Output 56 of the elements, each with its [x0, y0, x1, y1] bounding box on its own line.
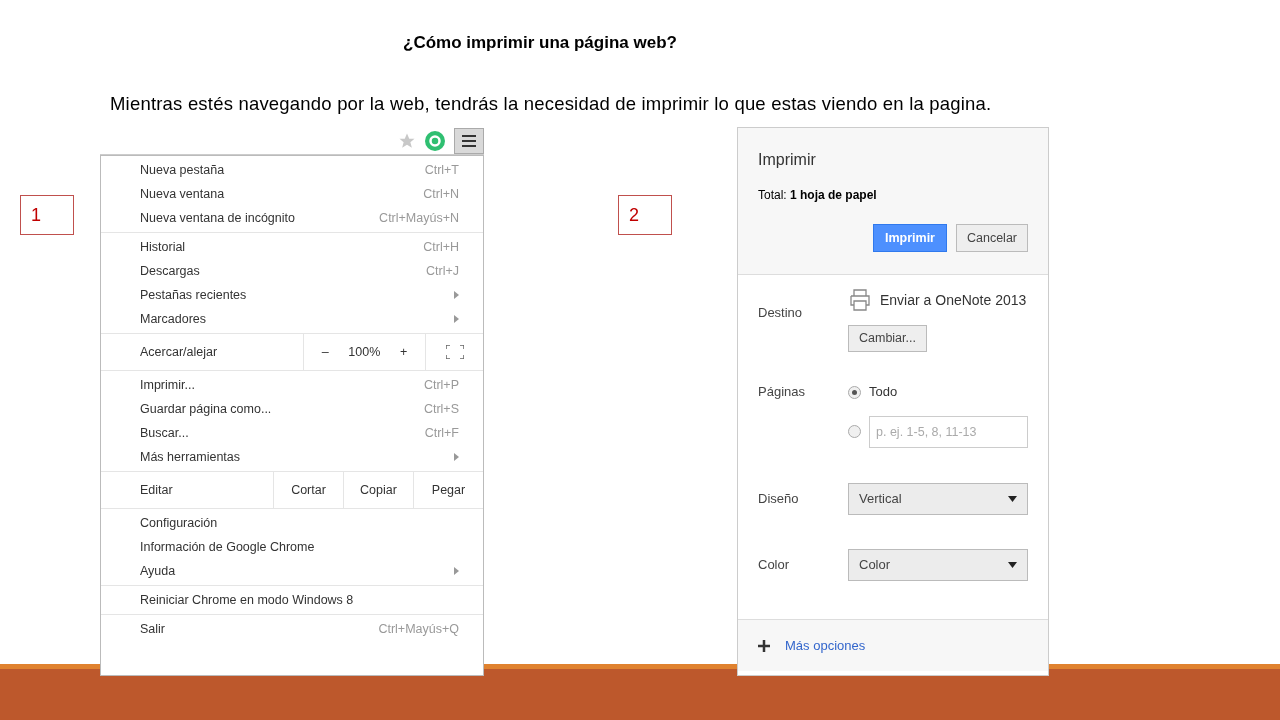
submenu-arrow-icon: [454, 291, 459, 300]
edit-action-button[interactable]: Copiar: [343, 472, 413, 509]
page-range-input[interactable]: p. ej. 1-5, 8, 11-13: [869, 415, 1028, 448]
menu-item[interactable]: Nueva pestaña Ctrl+T: [101, 158, 483, 183]
caret-icon: [1008, 561, 1017, 568]
menu-item[interactable]: Configuración: [101, 511, 483, 536]
more-options-link[interactable]: Más opciones: [785, 636, 866, 656]
dropdown-select[interactable]: Vertical: [848, 482, 1028, 515]
total-pages-text: Total: 1 hoja de papel: [758, 187, 878, 205]
menu-icon: [462, 134, 476, 147]
menu-item[interactable]: Descargas Ctrl+J: [101, 259, 483, 284]
zoom-level: 100%: [348, 343, 381, 361]
change-button[interactable]: Cambiar...: [848, 325, 927, 353]
menu-item[interactable]: Nueva ventana Ctrl+N: [101, 182, 483, 207]
menu-item[interactable]: Buscar... Ctrl+F: [101, 421, 483, 446]
edit-action-button[interactable]: Cortar: [273, 472, 343, 509]
slide-subtitle: Mientras estés navegando por la web, tendrás la necesidad de imprimir lo que estas viendo en la pagina.: [110, 91, 993, 116]
step-number: 1: [20, 195, 74, 236]
menu-item[interactable]: Salir Ctrl+Mayús+Q: [101, 617, 483, 642]
printer-icon: [848, 289, 872, 312]
menu-item[interactable]: Más herramientas: [101, 445, 483, 470]
zoom-out-button[interactable]: –: [321, 342, 329, 362]
dialog-title: Imprimir: [758, 150, 817, 171]
caret-icon: [1008, 495, 1017, 502]
menu-item[interactable]: Nueva ventana de incógnito Ctrl+Mayús+N: [101, 206, 483, 231]
radio-label: Todo: [869, 383, 898, 402]
menu-item[interactable]: Pestañas recientes: [101, 283, 483, 308]
field-label: Destino: [758, 304, 804, 323]
plus-icon: [758, 639, 770, 652]
menu-item[interactable]: Guardar página como... Ctrl+S: [101, 397, 483, 422]
extension-circle-icon[interactable]: [424, 129, 446, 152]
menu-item[interactable]: Marcadores: [101, 307, 483, 332]
step-number: 2: [618, 195, 672, 236]
menu-item-label: Acercar/alejar: [139, 343, 219, 361]
field-label: Color: [758, 556, 791, 574]
printer-name: Enviar a OneNote 2013: [880, 290, 1027, 310]
field-label: Páginas: [758, 383, 806, 402]
radio-button[interactable]: [848, 425, 861, 439]
dropdown-select[interactable]: Color: [848, 548, 1028, 581]
menu-button[interactable]: [454, 127, 484, 154]
menu-item-label: Editar: [139, 481, 174, 499]
menu-item[interactable]: Imprimir... Ctrl+P: [101, 373, 483, 398]
menu-item[interactable]: Historial Ctrl+H: [101, 235, 483, 260]
slide-title: ¿Cómo imprimir una página web?: [403, 32, 678, 54]
menu-item[interactable]: Ayuda: [101, 559, 483, 584]
radio-button[interactable]: [848, 385, 861, 399]
submenu-arrow-icon: [454, 567, 459, 576]
zoom-in-button[interactable]: +: [399, 342, 408, 362]
menu-item[interactable]: Reiniciar Chrome en modo Windows 8: [101, 588, 483, 613]
cancel-button[interactable]: Cancelar: [955, 224, 1028, 253]
edit-action-button[interactable]: Pegar: [413, 472, 483, 509]
menu-item[interactable]: Información de Google Chrome: [101, 535, 483, 560]
submenu-arrow-icon: [454, 315, 459, 324]
fullscreen-icon[interactable]: [445, 345, 464, 360]
submenu-arrow-icon: [454, 453, 459, 462]
field-label: Diseño: [758, 490, 800, 508]
